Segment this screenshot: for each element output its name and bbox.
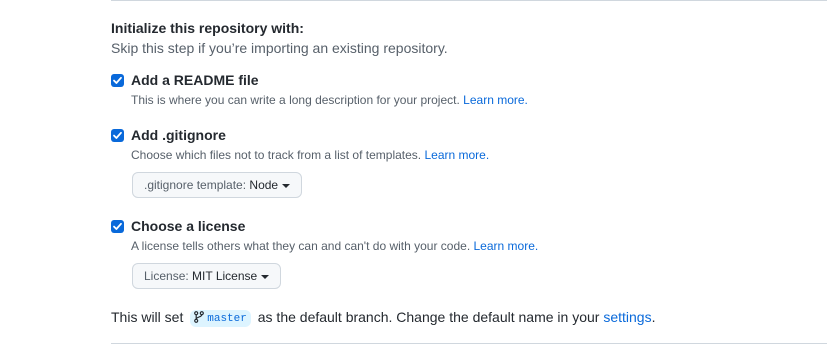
settings-link[interactable]: settings [603, 309, 651, 325]
gitignore-learn-more-link[interactable]: Learn more. [424, 148, 489, 162]
section-title: Initialize this repository with: [111, 20, 304, 36]
gitignore-checkbox[interactable] [111, 129, 124, 142]
checkmark-icon [113, 222, 122, 230]
footer-text-before: This will set [111, 309, 184, 325]
readme-label[interactable]: Add a README file [131, 72, 259, 88]
license-note: A license tells others what they can and… [131, 239, 538, 253]
license-dropdown[interactable]: License: MIT License [132, 263, 282, 289]
license-dropdown-value: MIT License [192, 269, 258, 283]
default-branch-note: This will set master as the default bran… [111, 309, 655, 327]
caret-down-icon [282, 183, 291, 188]
branch-name: master [207, 313, 247, 325]
bottom-divider [111, 343, 827, 344]
license-checkbox[interactable] [111, 220, 124, 233]
readme-learn-more-link[interactable]: Learn more. [463, 93, 528, 107]
gitignore-note-text: Choose which files not to track from a l… [131, 148, 422, 162]
gitignore-label[interactable]: Add .gitignore [131, 127, 226, 143]
footer-text-end: . [651, 309, 656, 325]
license-note-text: A license tells others what they can and… [131, 239, 471, 253]
gitignore-note: Choose which files not to track from a l… [131, 148, 489, 162]
git-branch-icon [194, 311, 205, 323]
top-divider [111, 0, 827, 1]
caret-down-icon [261, 274, 270, 279]
license-learn-more-link[interactable]: Learn more. [474, 239, 539, 253]
readme-note: This is where you can write a long descr… [131, 93, 528, 107]
checkmark-icon [113, 131, 122, 139]
checkmark-icon [113, 76, 122, 84]
readme-checkbox[interactable] [111, 74, 124, 87]
gitignore-dropdown-prefix: .gitignore template: [144, 178, 247, 192]
footer-text-after: as the default branch. Change the defaul… [257, 309, 600, 325]
readme-note-text: This is where you can write a long descr… [131, 93, 460, 107]
gitignore-dropdown-value: Node [249, 178, 279, 192]
license-label[interactable]: Choose a license [131, 218, 245, 234]
section-description: Skip this step if you’re importing an ex… [111, 40, 448, 56]
branch-name-badge: master [190, 310, 251, 327]
gitignore-template-dropdown[interactable]: .gitignore template: Node [132, 172, 303, 198]
license-dropdown-prefix: License: [144, 269, 189, 283]
